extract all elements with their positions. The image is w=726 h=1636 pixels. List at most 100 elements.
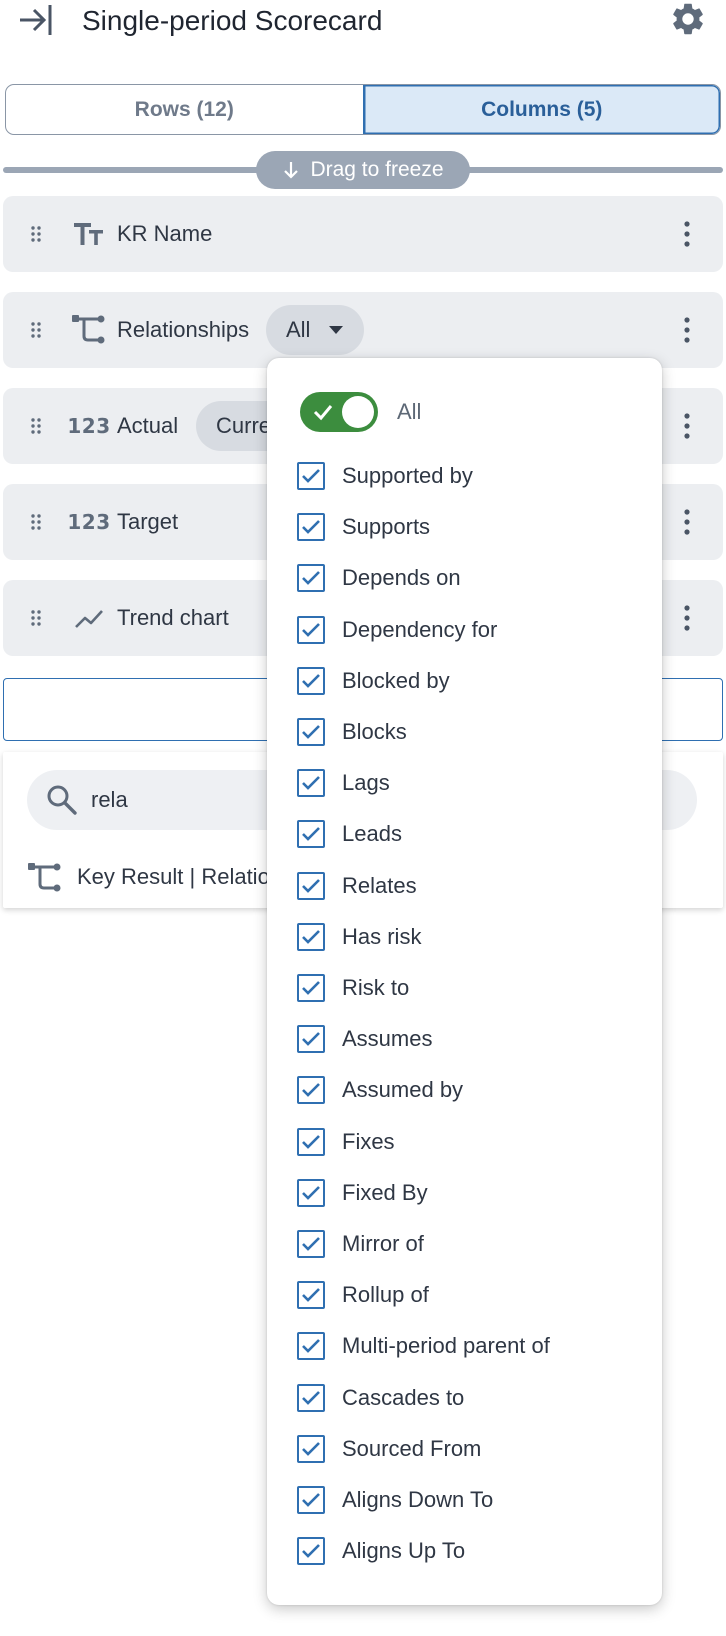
relationship-option-label: Leads — [342, 821, 402, 847]
checkbox-checked-icon[interactable] — [297, 1178, 325, 1207]
relationship-option-label: Fixed By — [342, 1179, 428, 1205]
number-type-icon: 123 — [67, 414, 111, 438]
checkbox-checked-icon[interactable] — [297, 1281, 325, 1310]
checkbox-checked-icon[interactable] — [297, 1332, 325, 1361]
checkbox-checked-icon[interactable] — [297, 718, 325, 746]
relationship-option[interactable]: Fixes — [297, 1124, 395, 1160]
relationship-option[interactable]: Rollup of — [297, 1277, 429, 1313]
relationship-option[interactable]: Multi-period parent of — [297, 1328, 550, 1364]
tab-rows[interactable]: Rows (12) — [6, 85, 363, 134]
checkbox-checked-icon[interactable] — [297, 1537, 325, 1566]
relationship-option[interactable]: Lags — [297, 765, 390, 801]
all-toggle-label: All — [397, 399, 422, 424]
search-value: rela — [91, 787, 128, 812]
relationship-option-label: Fixes — [342, 1128, 395, 1154]
relationship-option[interactable]: Supports — [297, 509, 430, 545]
relationship-option-label: Supported by — [342, 463, 473, 488]
more-options-icon[interactable] — [675, 600, 699, 636]
relationship-option[interactable]: Sourced From — [297, 1431, 481, 1467]
checkbox-checked-icon[interactable] — [297, 1076, 325, 1105]
all-toggle[interactable] — [300, 392, 378, 432]
arrow-down-icon — [284, 162, 299, 179]
checkbox-checked-icon[interactable] — [297, 666, 325, 695]
checkbox-checked-icon[interactable] — [297, 974, 325, 1002]
more-options-icon[interactable] — [675, 216, 699, 252]
more-options-icon[interactable] — [675, 504, 699, 540]
relationship-option[interactable]: Blocks — [297, 714, 407, 750]
drag-handle-icon[interactable] — [29, 416, 43, 436]
checkbox-checked-icon[interactable] — [297, 1486, 325, 1514]
drag-handle-icon[interactable] — [29, 224, 43, 244]
drag-handle-icon[interactable] — [29, 320, 43, 340]
relationship-filter-dropdown: All Supported by Supports Depends on Depend… — [267, 358, 662, 1605]
header: Single-period Scorecard — [0, 0, 726, 44]
drag-handle-icon[interactable] — [29, 608, 43, 628]
relationship-option-label: Assumed by — [342, 1077, 464, 1103]
relationship-option-label: Blocks — [342, 719, 407, 744]
chip-label: Curre — [216, 413, 272, 438]
relationship-option[interactable]: Fixed By — [297, 1175, 428, 1211]
checkbox-checked-icon[interactable] — [297, 564, 325, 593]
relationship-option[interactable]: Cascades to — [297, 1380, 464, 1416]
more-options-icon[interactable] — [675, 312, 699, 348]
relationship-option[interactable]: Has risk — [297, 919, 421, 955]
relationship-option-label: Aligns Up To — [342, 1538, 466, 1564]
relationship-option-label: Blocked by — [342, 667, 450, 693]
number-type-icon: 123 — [67, 510, 111, 534]
relationship-option-label: Depends on — [342, 565, 461, 591]
checkbox-checked-icon[interactable] — [297, 462, 325, 490]
collapse-panel-icon[interactable] — [16, 2, 56, 38]
relationship-option[interactable]: Assumes — [297, 1021, 432, 1057]
relationships-filter-chip[interactable]: All — [266, 305, 365, 355]
relationship-option[interactable]: Dependency for — [297, 612, 497, 648]
tab-columns[interactable]: Columns (5) — [362, 85, 720, 134]
relationship-icon — [69, 312, 109, 348]
relationship-icon — [28, 863, 61, 892]
relationship-option-label: Lags — [342, 770, 390, 796]
checkbox-checked-icon[interactable] — [297, 871, 325, 900]
check-icon — [313, 405, 333, 421]
relationship-option-label: Rollup of — [342, 1282, 429, 1308]
drag-to-freeze-label: Drag to freeze — [310, 158, 444, 181]
relationship-option-label: Supports — [342, 514, 431, 540]
more-options-icon[interactable] — [675, 408, 699, 444]
search-result-item[interactable]: Key Result | Relatio — [77, 860, 270, 894]
rows-columns-switch: Rows (12) Columns (5) — [5, 84, 721, 135]
relationship-option[interactable]: Relates — [297, 868, 417, 904]
drag-to-freeze-handle[interactable]: Drag to freeze — [256, 151, 470, 189]
trend-icon — [69, 600, 109, 636]
column-row-relationships[interactable]: Relationships All — [3, 292, 723, 368]
column-label: Trend chart — [117, 605, 229, 630]
relationship-option[interactable]: Depends on — [297, 560, 461, 596]
relationship-option[interactable]: Aligns Up To — [297, 1533, 465, 1569]
relationship-option[interactable]: Supported by — [297, 458, 473, 494]
relationship-option[interactable]: Assumed by — [297, 1072, 463, 1108]
checkbox-checked-icon[interactable] — [297, 615, 325, 644]
relationship-option[interactable]: Leads — [297, 816, 402, 852]
relationship-option[interactable]: Mirror of — [297, 1226, 424, 1262]
text-type-icon — [69, 216, 109, 252]
checkbox-checked-icon[interactable] — [297, 820, 325, 849]
relationship-option[interactable]: Risk to — [297, 970, 409, 1006]
checkbox-checked-icon[interactable] — [297, 1434, 325, 1463]
checkbox-checked-icon[interactable] — [297, 513, 325, 542]
drag-handle-icon[interactable] — [29, 512, 43, 532]
column-row-kr-name[interactable]: KR Name — [3, 196, 723, 272]
relationship-option-label: Has risk — [342, 923, 422, 949]
relationship-option-label: Cascades to — [342, 1384, 465, 1410]
gear-icon[interactable] — [668, 0, 708, 38]
relationship-option[interactable]: Aligns Down To — [297, 1482, 493, 1518]
chip-label: All — [286, 317, 311, 342]
relationship-option-label: Assumes — [342, 1026, 433, 1052]
relationship-option-label: Risk to — [342, 975, 410, 1000]
relationship-option[interactable]: Blocked by — [297, 663, 450, 699]
checkbox-checked-icon[interactable] — [297, 1025, 325, 1054]
search-icon — [47, 785, 77, 815]
checkbox-checked-icon[interactable] — [297, 1230, 325, 1258]
relationship-option-label: Relates — [342, 872, 417, 898]
checkbox-checked-icon[interactable] — [297, 769, 325, 798]
checkbox-checked-icon[interactable] — [297, 1127, 325, 1156]
checkbox-checked-icon[interactable] — [297, 1383, 325, 1412]
checkbox-checked-icon[interactable] — [297, 922, 325, 951]
caret-down-icon — [329, 326, 344, 334]
